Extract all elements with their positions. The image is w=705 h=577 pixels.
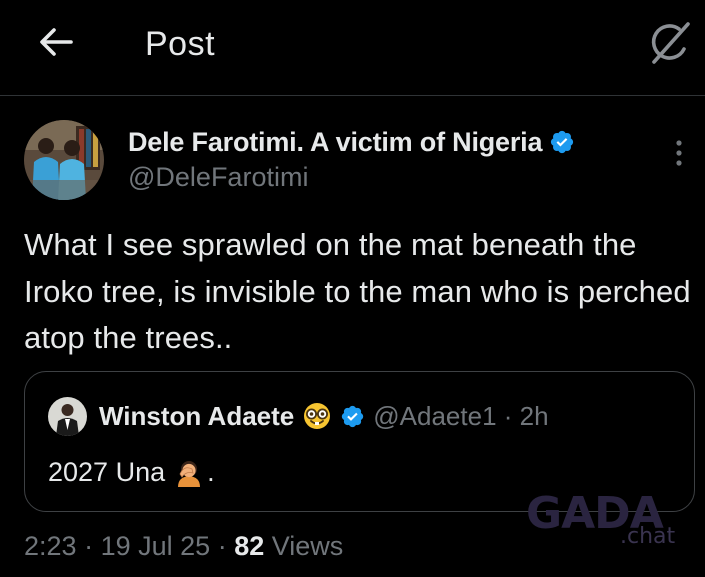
quoted-post-text-suffix: .	[207, 457, 215, 487]
views-label[interactable]: Views	[272, 531, 344, 561]
quoted-post-text-body: 2027 Una	[48, 457, 166, 487]
quoted-verified-badge-icon	[340, 404, 365, 429]
quoted-post-header: Winston Adaete @Adaete1 · 2h	[99, 398, 549, 434]
author-avatar-image	[24, 120, 104, 200]
quoted-author-name: Winston Adaete	[99, 400, 295, 431]
meta-separator: ·	[84, 531, 101, 561]
post-text: What I see sprawled on the mat beneath t…	[24, 227, 691, 355]
quoted-post-text: 2027 Una .	[48, 454, 215, 490]
post-date[interactable]: 19 Jul 25	[101, 531, 211, 561]
post-time[interactable]: 2:23	[24, 531, 77, 561]
more-options-button[interactable]	[662, 135, 696, 171]
author-name[interactable]: Dele Farotimi. A victim of Nigeria	[128, 127, 543, 158]
verified-badge-icon[interactable]	[549, 129, 575, 155]
author-handle[interactable]: @DeleFarotimi	[128, 160, 308, 194]
post-meta-row: 2:23 · 19 Jul 25 · 82 Views	[24, 528, 343, 564]
views-count[interactable]: 82	[234, 531, 264, 561]
top-bar: Post	[0, 0, 705, 96]
quoted-author-avatar	[48, 397, 87, 436]
person-facepalming-emoji-icon	[174, 457, 204, 487]
grok-button[interactable]	[644, 18, 696, 68]
quoted-author-handle-time: @Adaete1 · 2h	[373, 400, 549, 431]
author-avatar[interactable]	[24, 120, 104, 200]
watermark-sub: .chat	[620, 524, 676, 549]
back-button[interactable]	[34, 24, 78, 60]
author-name-row[interactable]: Dele Farotimi. A victim of Nigeria	[128, 123, 575, 161]
page-title: Post	[145, 25, 216, 63]
grok-icon	[651, 22, 690, 64]
nerd-face-emoji-icon	[302, 401, 332, 431]
meta-separator: ·	[217, 531, 235, 561]
arrow-left-icon	[40, 28, 73, 56]
more-vertical-icon	[676, 140, 682, 166]
